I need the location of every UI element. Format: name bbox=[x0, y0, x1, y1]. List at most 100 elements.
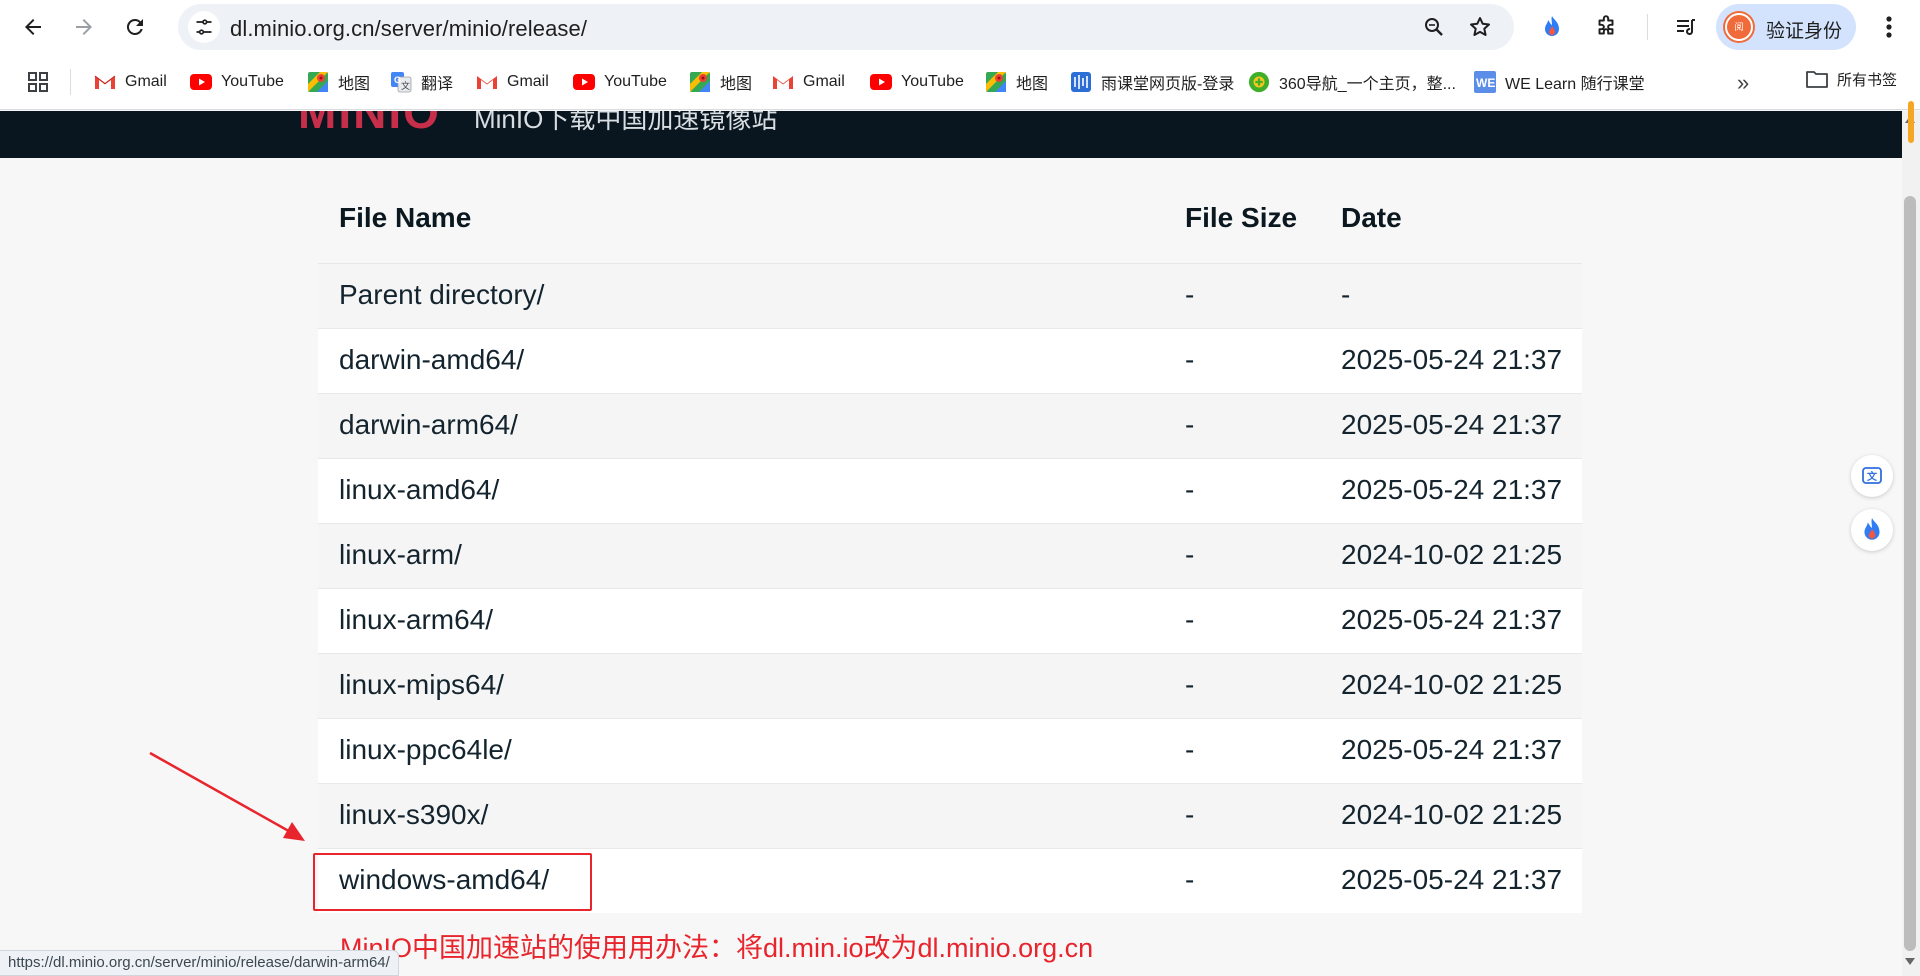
bookmark-maps[interactable]: 地图 bbox=[689, 68, 752, 96]
file-date: 2025-05-24 21:37 bbox=[1341, 409, 1563, 440]
media-queue-icon[interactable] bbox=[1672, 13, 1700, 41]
annotation-highlight-box bbox=[313, 853, 592, 911]
toolbar-divider bbox=[1647, 14, 1648, 40]
file-link[interactable]: darwin-arm64/ bbox=[339, 409, 518, 441]
translate-float-button[interactable]: 文 bbox=[1851, 455, 1893, 497]
column-header-date[interactable]: Date bbox=[1341, 202, 1402, 234]
profile-label: 验证身份 bbox=[1766, 21, 1843, 42]
bookmark-gmail[interactable]: Gmail bbox=[476, 68, 549, 96]
usage-note: MinIO中国加速站的使用用办法：将dl.min.io改为dl.minio.or… bbox=[340, 933, 1094, 963]
bookmark-maps[interactable]: 地图 bbox=[985, 68, 1048, 96]
table-row: linux-mips64/ - 2024-10-02 21:25 bbox=[318, 653, 1582, 718]
address-bar[interactable]: dl.minio.org.cn/server/minio/release/ bbox=[178, 4, 1514, 50]
url-text[interactable]: dl.minio.org.cn/server/minio/release/ bbox=[230, 16, 587, 42]
bookmark-separator bbox=[70, 69, 71, 95]
bookmarks-bar: Gmail YouTube 地图 G文 翻译 Gmail YouTube 地图 … bbox=[0, 54, 1920, 110]
arrow-right-icon bbox=[76, 19, 92, 35]
file-link[interactable]: linux-s390x/ bbox=[339, 799, 488, 831]
bookmark-360-nav[interactable]: 360导航_一个主页，整... bbox=[1248, 68, 1456, 96]
bookmark-maps[interactable]: 地图 bbox=[307, 68, 370, 96]
table-row: linux-s390x/ - 2024-10-02 21:25 bbox=[318, 783, 1582, 848]
file-date: 2025-05-24 21:37 bbox=[1341, 604, 1563, 635]
scroll-down-arrow-icon[interactable] bbox=[1905, 958, 1915, 965]
extensions-puzzle-icon[interactable] bbox=[1592, 13, 1620, 41]
bookmark-gmail[interactable]: Gmail bbox=[772, 68, 845, 96]
table-row: Parent directory/ - - bbox=[318, 263, 1582, 328]
avatar: 阅 bbox=[1725, 13, 1753, 41]
table-row: linux-arm/ - 2024-10-02 21:25 bbox=[318, 523, 1582, 588]
youtube-icon bbox=[870, 71, 892, 93]
file-size: - bbox=[1185, 409, 1195, 440]
folder-icon bbox=[1806, 68, 1828, 90]
youtube-icon bbox=[573, 71, 595, 93]
file-size: - bbox=[1185, 539, 1195, 570]
file-link[interactable]: Parent directory/ bbox=[339, 279, 544, 311]
site-info-button[interactable] bbox=[188, 11, 220, 43]
file-link[interactable]: darwin-amd64/ bbox=[339, 344, 524, 376]
site-title: MinIO下载中国加速镜像站 bbox=[474, 111, 778, 134]
scrollbar-thumb[interactable] bbox=[1904, 196, 1916, 951]
bookmark-youtube[interactable]: YouTube bbox=[573, 68, 667, 96]
bookmark-translate[interactable]: G文 翻译 bbox=[390, 68, 453, 96]
bookmark-rain-classroom[interactable]: 雨课堂网页版-登录 bbox=[1070, 68, 1234, 96]
bookmark-youtube[interactable]: YouTube bbox=[870, 68, 964, 96]
scroll-position-marker bbox=[1908, 101, 1914, 143]
flame-icon bbox=[1864, 518, 1880, 540]
table-row: darwin-amd64/ - 2025-05-24 21:37 bbox=[318, 328, 1582, 393]
apps-grid-icon[interactable] bbox=[26, 70, 50, 94]
site-header: MINIO MinIO下载中国加速镜像站 bbox=[0, 111, 1902, 158]
file-date: 2025-05-24 21:37 bbox=[1341, 864, 1563, 895]
file-link[interactable]: linux-mips64/ bbox=[339, 669, 504, 701]
bookmark-youtube[interactable]: YouTube bbox=[190, 68, 284, 96]
forward-button[interactable] bbox=[64, 7, 104, 47]
svg-text:G: G bbox=[394, 75, 401, 85]
table-row: linux-ppc64le/ - 2025-05-24 21:37 bbox=[318, 718, 1582, 783]
file-date: 2024-10-02 21:25 bbox=[1341, 669, 1563, 700]
file-size: - bbox=[1185, 279, 1195, 310]
zoom-icon[interactable] bbox=[1422, 15, 1446, 39]
column-header-size[interactable]: File Size bbox=[1185, 202, 1297, 234]
table-row: darwin-arm64/ - 2025-05-24 21:37 bbox=[318, 393, 1582, 458]
maps-icon bbox=[689, 71, 711, 93]
360-nav-icon bbox=[1248, 71, 1270, 93]
column-header-name[interactable]: File Name bbox=[339, 202, 471, 234]
profile-button[interactable]: 阅 验证身份 bbox=[1716, 4, 1856, 50]
bookmark-welearn[interactable]: WE WE Learn 随行课堂 bbox=[1474, 68, 1645, 96]
assistant-float-button[interactable] bbox=[1851, 509, 1893, 551]
file-date: 2024-10-02 21:25 bbox=[1341, 539, 1563, 570]
file-date: 2024-10-02 21:25 bbox=[1341, 799, 1563, 830]
minio-logo: MINIO bbox=[298, 111, 441, 138]
file-size: - bbox=[1185, 474, 1195, 505]
svg-text:WE: WE bbox=[1476, 76, 1495, 90]
flame-extension-icon[interactable] bbox=[1538, 13, 1566, 41]
file-size: - bbox=[1185, 799, 1195, 830]
bookmark-gmail[interactable]: Gmail bbox=[94, 68, 167, 96]
back-button[interactable] bbox=[13, 7, 53, 47]
file-date: 2025-05-24 21:37 bbox=[1341, 474, 1563, 505]
file-date: 2025-05-24 21:37 bbox=[1341, 344, 1563, 375]
svg-text:文: 文 bbox=[401, 80, 410, 91]
rain-classroom-icon bbox=[1070, 71, 1092, 93]
tune-icon bbox=[196, 19, 212, 35]
maps-icon bbox=[307, 71, 329, 93]
reload-button[interactable] bbox=[115, 7, 155, 47]
more-vert-icon[interactable] bbox=[1875, 12, 1903, 42]
reload-icon bbox=[126, 18, 143, 35]
maps-icon bbox=[985, 71, 1007, 93]
bookmark-star-icon[interactable] bbox=[1468, 15, 1492, 39]
all-bookmarks-button[interactable]: 所有书签 bbox=[1806, 68, 1897, 90]
more-bookmarks-button[interactable]: » bbox=[1737, 70, 1749, 96]
gmail-icon bbox=[772, 71, 794, 93]
table-row: linux-arm64/ - 2025-05-24 21:37 bbox=[318, 588, 1582, 653]
file-link[interactable]: linux-arm64/ bbox=[339, 604, 493, 636]
file-link[interactable]: linux-amd64/ bbox=[339, 474, 499, 506]
file-date: - bbox=[1341, 279, 1351, 310]
status-bar-url: https://dl.minio.org.cn/server/minio/rel… bbox=[0, 950, 399, 976]
youtube-icon bbox=[190, 71, 212, 93]
file-date: 2025-05-24 21:37 bbox=[1341, 734, 1563, 765]
gmail-icon bbox=[94, 71, 116, 93]
browser-toolbar: dl.minio.org.cn/server/minio/release/ 阅 … bbox=[0, 0, 1920, 54]
welearn-icon: WE bbox=[1474, 71, 1496, 93]
file-link[interactable]: linux-ppc64le/ bbox=[339, 734, 512, 766]
file-link[interactable]: linux-arm/ bbox=[339, 539, 462, 571]
